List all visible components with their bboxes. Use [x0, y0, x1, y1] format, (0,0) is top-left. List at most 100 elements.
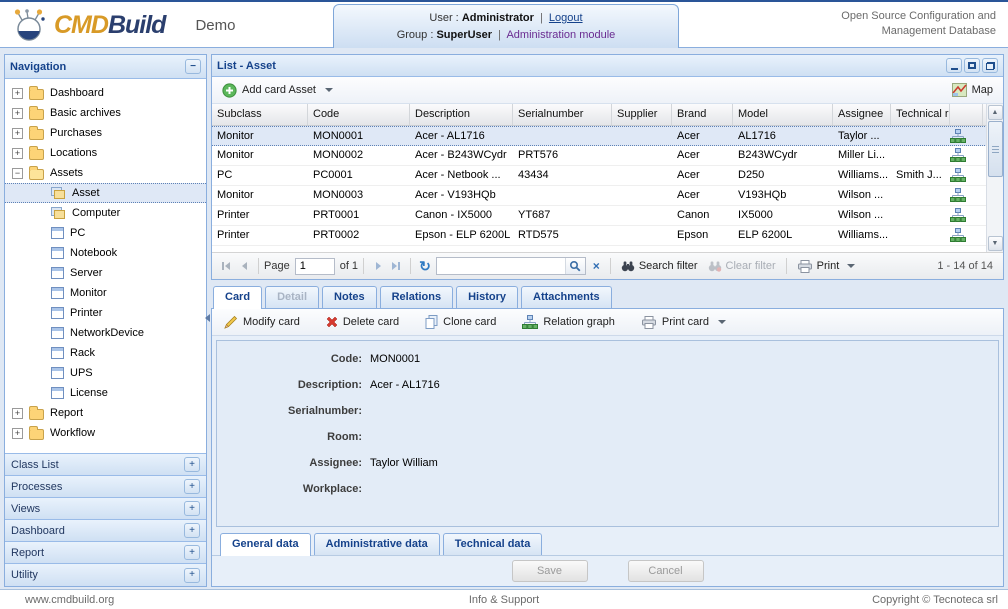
expand-accordion-button[interactable]: + — [184, 457, 200, 472]
next-page-button[interactable] — [369, 257, 387, 275]
last-page-button[interactable] — [387, 257, 405, 275]
page-number-input[interactable] — [295, 258, 335, 275]
column-header-serialnumber[interactable]: Serialnumber — [513, 104, 612, 125]
accordion-report[interactable]: Report+ — [5, 542, 206, 564]
print-button[interactable]: Print — [792, 258, 861, 275]
clone-card-button[interactable]: Clone card — [421, 313, 500, 331]
tree-item-license[interactable]: License — [5, 383, 206, 403]
tree-item-computer[interactable]: Computer — [5, 203, 206, 223]
expand-icon[interactable]: + — [12, 108, 23, 119]
expand-accordion-button[interactable]: + — [184, 568, 200, 583]
column-header-code[interactable]: Code — [308, 104, 410, 125]
tree-item-report[interactable]: +Report — [5, 403, 206, 423]
column-header-supplier[interactable]: Supplier — [612, 104, 672, 125]
expand-icon[interactable]: + — [12, 88, 23, 99]
expand-accordion-button[interactable]: + — [184, 501, 200, 516]
expand-icon[interactable]: + — [12, 408, 23, 419]
table-row[interactable]: MonitorMON0002Acer - B243WCydrPRT576Acer… — [212, 146, 1003, 166]
minimize-button[interactable] — [946, 58, 962, 73]
tree-item-dashboard[interactable]: +Dashboard — [5, 83, 206, 103]
print-card-button[interactable]: Print card — [637, 314, 730, 331]
accordion-views[interactable]: Views+ — [5, 498, 206, 520]
relation-graph-icon[interactable] — [950, 186, 983, 205]
tree-item-assets[interactable]: −Assets — [5, 163, 206, 183]
table-row[interactable]: PrinterPRT0001Canon - IX5000YT687CanonIX… — [212, 206, 1003, 226]
tree-item-basic-archives[interactable]: +Basic archives — [5, 103, 206, 123]
collapse-icon[interactable]: − — [12, 168, 23, 179]
tree-item-pc[interactable]: PC — [5, 223, 206, 243]
delete-card-button[interactable]: Delete card — [322, 314, 403, 330]
relation-graph-icon[interactable] — [950, 146, 983, 165]
column-header-brand[interactable]: Brand — [672, 104, 733, 125]
column-header-assignee[interactable]: Assignee — [833, 104, 891, 125]
accordion-processes[interactable]: Processes+ — [5, 476, 206, 498]
administration-module-link[interactable]: Administration module — [506, 29, 615, 41]
table-row[interactable]: MonitorMON0003Acer - V193HQbAcerV193HQbW… — [212, 186, 1003, 206]
relation-graph-button[interactable]: Relation graph — [518, 313, 619, 332]
collapse-panel-button[interactable]: − — [185, 59, 201, 74]
column-header-model[interactable]: Model — [733, 104, 833, 125]
tree-item-ups[interactable]: UPS — [5, 363, 206, 383]
expand-icon[interactable]: + — [12, 148, 23, 159]
tree-item-notebook[interactable]: Notebook — [5, 243, 206, 263]
tab-attachments[interactable]: Attachments — [521, 286, 612, 308]
scrollbar-thumb[interactable] — [988, 121, 1003, 177]
tab-general-data[interactable]: General data — [220, 533, 311, 556]
cancel-button[interactable]: Cancel — [628, 560, 704, 582]
footer-info-support[interactable]: Info & Support — [0, 594, 1008, 606]
search-filter-button[interactable]: Search filter — [616, 258, 703, 274]
modify-card-button[interactable]: Modify card — [220, 313, 304, 331]
relation-graph-icon[interactable] — [950, 166, 983, 185]
save-button[interactable]: Save — [512, 560, 588, 582]
tree-item-workflow[interactable]: +Workflow — [5, 423, 206, 443]
tree-item-server[interactable]: Server — [5, 263, 206, 283]
splitter-collapse-arrow[interactable] — [205, 314, 210, 322]
tab-history[interactable]: History — [456, 286, 518, 308]
scroll-down-arrow[interactable]: ▼ — [988, 236, 1003, 251]
table-row[interactable]: PrinterPRT0002Epson - ELP 6200LRTD575Eps… — [212, 226, 1003, 246]
tab-notes[interactable]: Notes — [322, 286, 377, 308]
first-page-button[interactable] — [217, 257, 235, 275]
restore-button[interactable] — [982, 58, 998, 73]
relation-graph-icon[interactable] — [950, 206, 983, 225]
tab-technical-data[interactable]: Technical data — [443, 533, 543, 555]
table-row[interactable]: PCPC0001Acer - Netbook ...43434AcerD250W… — [212, 166, 1003, 186]
column-header-subclass[interactable]: Subclass — [212, 104, 308, 125]
scroll-up-arrow[interactable]: ▲ — [988, 105, 1003, 120]
clear-search-icon[interactable]: × — [588, 259, 605, 273]
expand-icon[interactable]: + — [12, 428, 23, 439]
accordion-utility[interactable]: Utility+ — [5, 564, 206, 586]
map-button[interactable]: Map — [948, 81, 997, 99]
tab-administrative-data[interactable]: Administrative data — [314, 533, 440, 555]
expand-icon[interactable]: + — [12, 128, 23, 139]
tree-item-locations[interactable]: +Locations — [5, 143, 206, 163]
table-row[interactable]: MonitorMON0001Acer - AL1716AcerAL1716Tay… — [212, 126, 1003, 146]
expand-accordion-button[interactable]: + — [184, 523, 200, 538]
maximize-button[interactable] — [964, 58, 980, 73]
relation-graph-icon[interactable] — [950, 127, 983, 145]
expand-accordion-button[interactable]: + — [184, 479, 200, 494]
tree-item-rack[interactable]: Rack — [5, 343, 206, 363]
tab-relations[interactable]: Relations — [380, 286, 454, 308]
previous-page-button[interactable] — [235, 257, 253, 275]
add-card-button[interactable]: Add card Asset — [218, 81, 337, 100]
tree-item-monitor[interactable]: Monitor — [5, 283, 206, 303]
logout-link[interactable]: Logout — [549, 12, 583, 24]
tab-detail[interactable]: Detail — [265, 286, 319, 308]
tree-item-networkdevice[interactable]: NetworkDevice — [5, 323, 206, 343]
accordion-class-list[interactable]: Class List+ — [5, 454, 206, 476]
column-header-technical[interactable]: Technical re — [891, 104, 950, 125]
tree-item-purchases[interactable]: +Purchases — [5, 123, 206, 143]
refresh-icon[interactable]: ↻ — [419, 258, 431, 275]
relation-graph-icon[interactable] — [950, 226, 983, 245]
accordion-dashboard[interactable]: Dashboard+ — [5, 520, 206, 542]
clear-filter-button[interactable]: Clear filter — [703, 258, 781, 274]
column-header-description[interactable]: Description — [410, 104, 513, 125]
tree-item-printer[interactable]: Printer — [5, 303, 206, 323]
expand-accordion-button[interactable]: + — [184, 545, 200, 560]
quick-search-input[interactable] — [436, 257, 586, 275]
tree-item-asset[interactable]: Asset — [5, 183, 206, 203]
search-icon[interactable] — [565, 258, 585, 274]
tab-card[interactable]: Card — [213, 286, 262, 309]
grid-vertical-scrollbar[interactable]: ▲ ▼ — [986, 104, 1003, 252]
